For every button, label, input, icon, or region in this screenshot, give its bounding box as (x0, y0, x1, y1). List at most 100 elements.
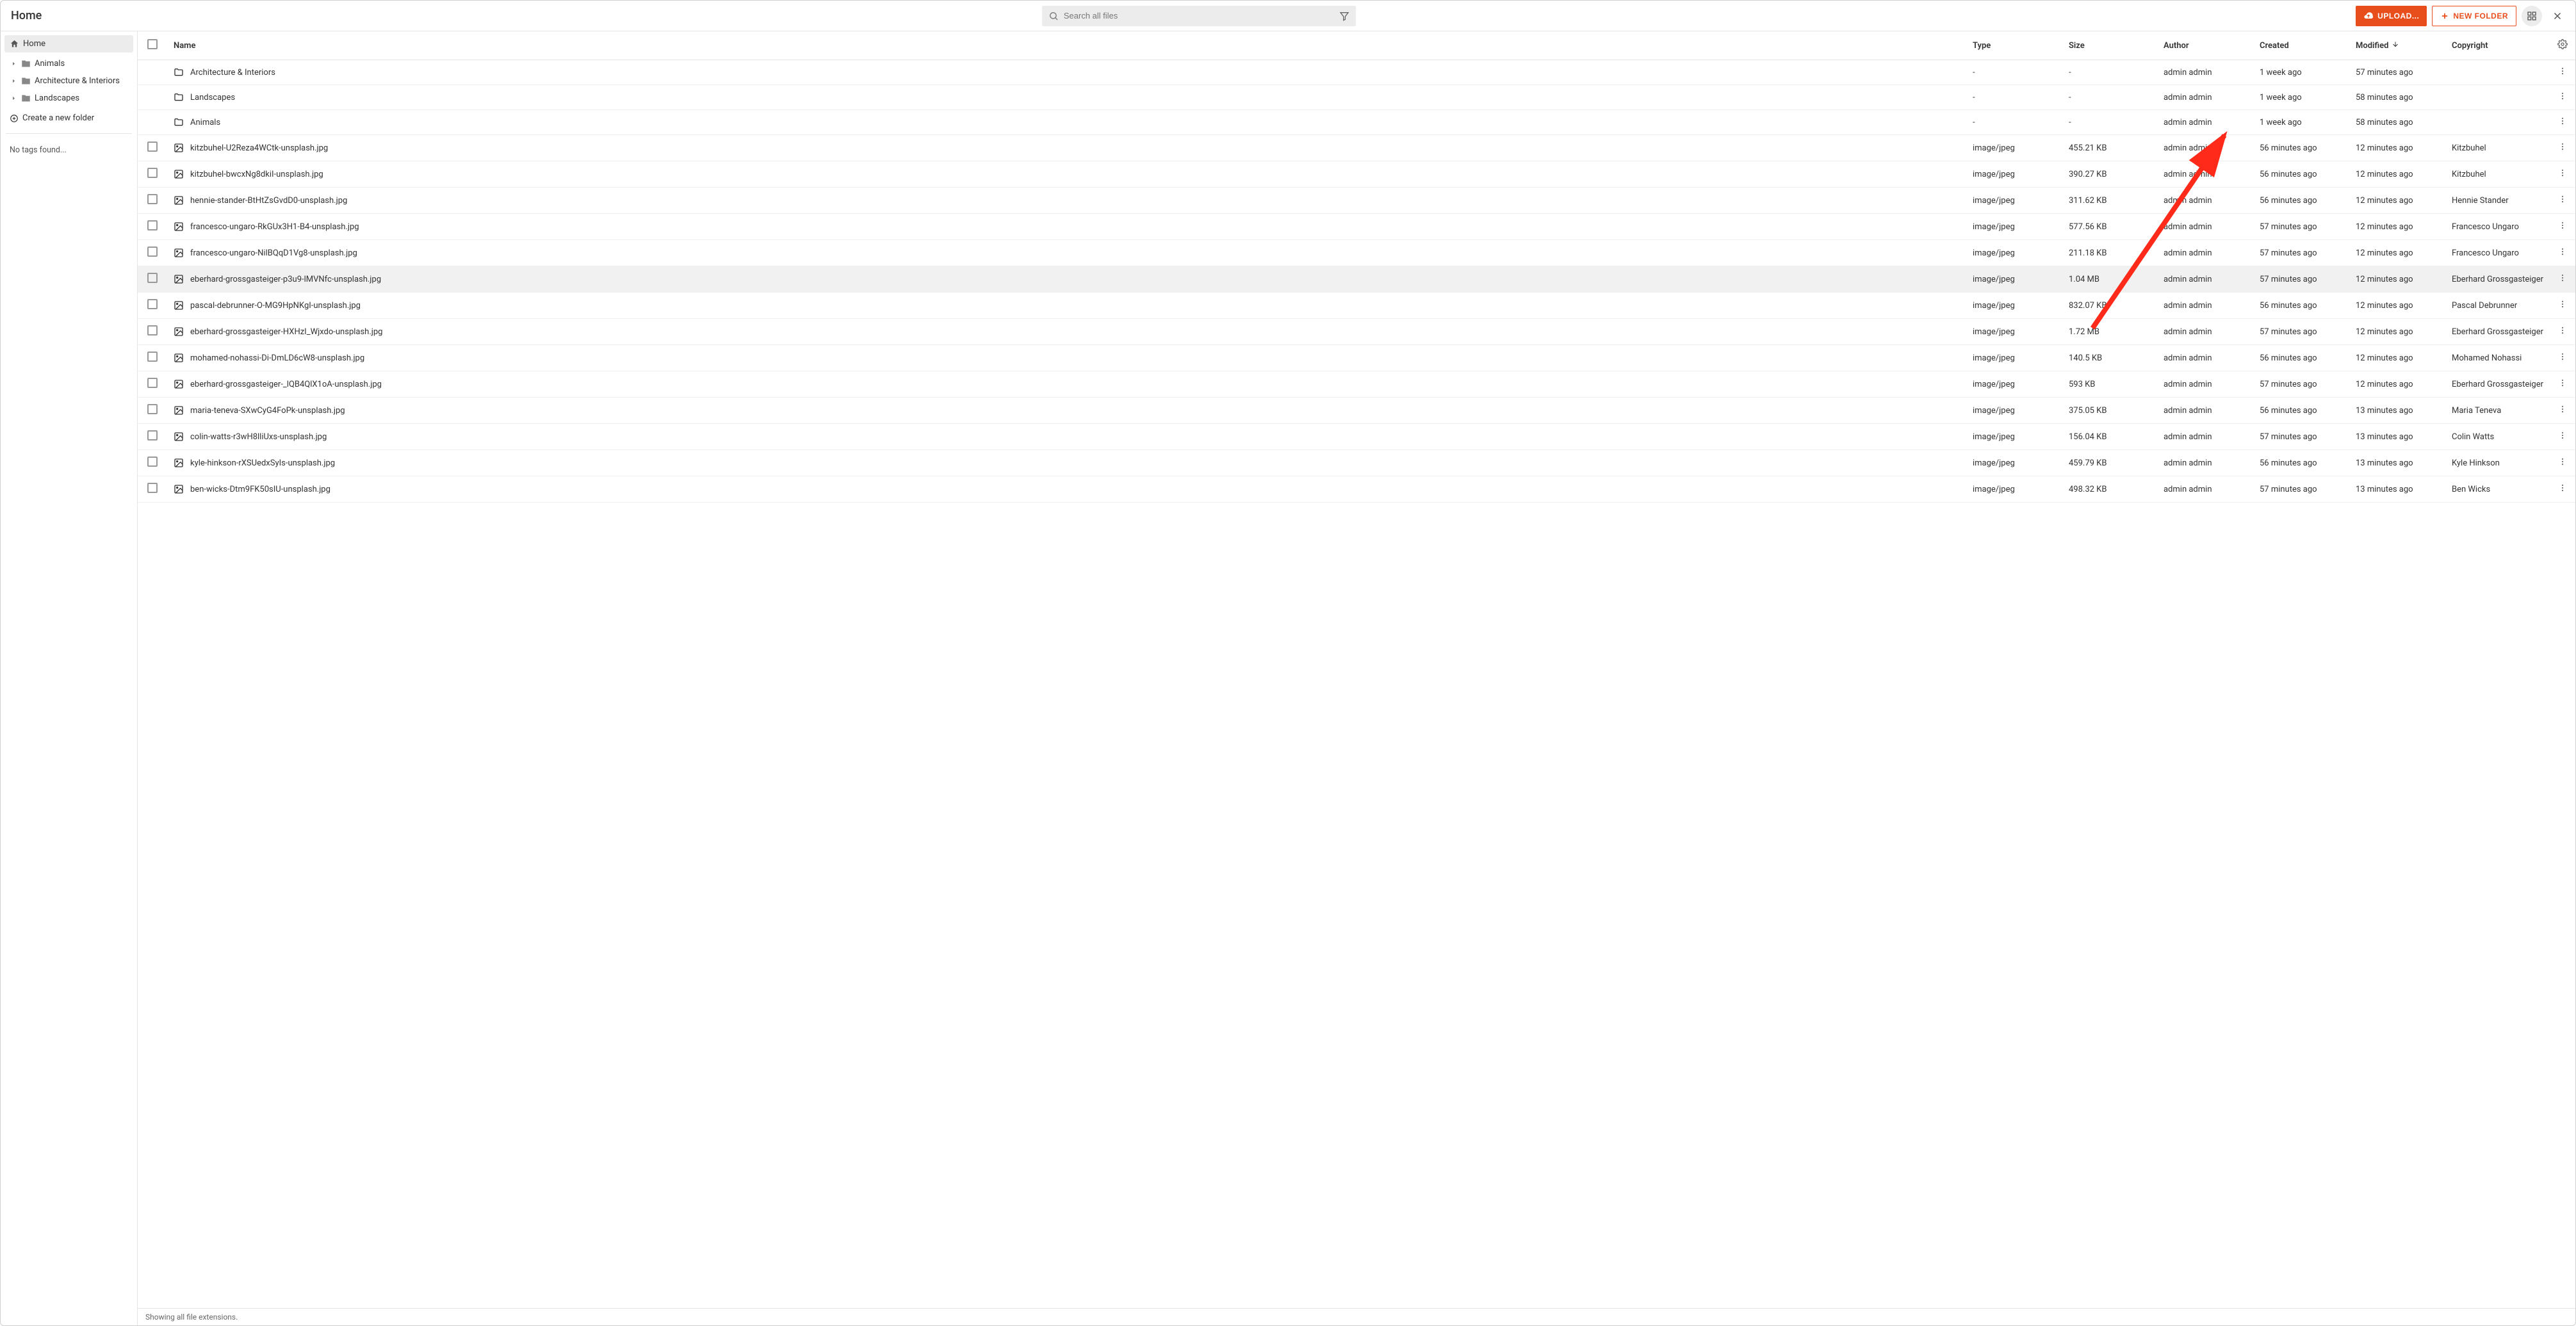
table-row[interactable]: kitzbuhel-bwcxNg8dkiI-unsplash.jpg image… (138, 161, 2575, 188)
sidebar-create-folder[interactable]: Create a new folder (4, 109, 133, 127)
chevron-right-icon[interactable] (10, 78, 17, 84)
cell-author: admin admin (2157, 293, 2253, 319)
cell-modified: 58 minutes ago (2349, 110, 2445, 135)
col-select-all[interactable] (138, 31, 167, 60)
more-actions-icon[interactable] (2558, 380, 2567, 390)
chevron-right-icon[interactable] (10, 95, 17, 101)
table-row[interactable]: eberhard-grossgasteiger-HXHzI_Wjxdo-unsp… (138, 319, 2575, 345)
more-actions-icon[interactable] (2558, 459, 2567, 469)
image-icon (174, 458, 184, 468)
checkbox-icon[interactable] (147, 325, 158, 336)
checkbox-icon[interactable] (147, 483, 158, 493)
col-size[interactable]: Size (2062, 31, 2157, 60)
cell-author: admin admin (2157, 398, 2253, 424)
table-row[interactable]: kitzbuhel-U2Reza4WCtk-unsplash.jpg image… (138, 135, 2575, 161)
more-actions-icon[interactable] (2558, 93, 2567, 103)
more-actions-icon[interactable] (2558, 69, 2567, 78)
table-row[interactable]: Animals - - admin admin 1 week ago 58 mi… (138, 110, 2575, 135)
cell-author: admin admin (2157, 214, 2253, 240)
sidebar-item-folder[interactable]: Landscapes (4, 90, 133, 107)
chevron-right-icon[interactable] (10, 61, 17, 67)
cell-modified: 12 minutes ago (2349, 161, 2445, 188)
grid-view-button[interactable] (2522, 6, 2542, 26)
name-cell: francesco-ungaro-RkGUx3H1-B4-unsplash.jp… (174, 222, 1960, 232)
table-row[interactable]: kyle-hinkson-rXSUedxSyIs-unsplash.jpg im… (138, 450, 2575, 476)
col-settings[interactable] (2550, 31, 2575, 60)
table-row[interactable]: mohamed-nohassi-Di-DmLD6cW8-unsplash.jpg… (138, 345, 2575, 371)
table-row[interactable]: ben-wicks-Dtm9FK50sIU-unsplash.jpg image… (138, 476, 2575, 503)
gear-icon[interactable] (2557, 42, 2568, 52)
more-actions-icon[interactable] (2558, 170, 2567, 180)
folder-icon (21, 93, 31, 103)
checkbox-icon[interactable] (147, 247, 158, 257)
filter-icon[interactable] (1339, 11, 1349, 21)
search-input[interactable] (1064, 11, 1334, 20)
checkbox-icon[interactable] (147, 39, 158, 49)
col-created[interactable]: Created (2253, 31, 2349, 60)
main: Name Type Size Author Created Modified (138, 31, 2575, 1325)
close-button[interactable] (2547, 6, 2568, 26)
checkbox-icon[interactable] (147, 378, 158, 388)
checkbox-icon[interactable] (147, 141, 158, 152)
col-copyright[interactable]: Copyright (2445, 31, 2550, 60)
checkbox-icon[interactable] (147, 352, 158, 362)
cell-created: 57 minutes ago (2253, 371, 2349, 398)
table-row[interactable]: eberhard-grossgasteiger-p3u9-lMVNfc-unsp… (138, 266, 2575, 293)
table-row[interactable]: colin-watts-r3wH8lliUxs-unsplash.jpg ima… (138, 424, 2575, 450)
table-row[interactable]: hennie-stander-BtHtZsGvdD0-unsplash.jpg … (138, 188, 2575, 214)
checkbox-icon[interactable] (147, 220, 158, 230)
cell-author: admin admin (2157, 135, 2253, 161)
cell-copyright: Hennie Stander (2445, 188, 2550, 214)
table-row[interactable]: maria-teneva-SXwCyG4FoPk-unsplash.jpg im… (138, 398, 2575, 424)
more-actions-icon[interactable] (2558, 197, 2567, 206)
table-row[interactable]: francesco-ungaro-RkGUx3H1-B4-unsplash.jp… (138, 214, 2575, 240)
sidebar-item-home[interactable]: Home (4, 35, 133, 53)
col-name[interactable]: Name (167, 31, 1966, 60)
more-actions-icon[interactable] (2558, 354, 2567, 364)
more-actions-icon[interactable] (2558, 223, 2567, 232)
table-row[interactable]: pascal-debrunner-O-MG9HpNKgI-unsplash.jp… (138, 293, 2575, 319)
table-row[interactable]: francesco-ungaro-NilBQqD1Vg8-unsplash.jp… (138, 240, 2575, 266)
cell-size: 211.18 KB (2062, 240, 2157, 266)
sidebar-item-folder[interactable]: Architecture & Interiors (4, 72, 133, 90)
more-actions-icon[interactable] (2558, 485, 2567, 495)
more-actions-icon[interactable] (2558, 328, 2567, 337)
cell-copyright (2445, 85, 2550, 110)
more-actions-icon[interactable] (2558, 275, 2567, 285)
more-actions-icon[interactable] (2558, 118, 2567, 128)
more-actions-icon[interactable] (2558, 433, 2567, 442)
checkbox-icon[interactable] (147, 299, 158, 309)
more-actions-icon[interactable] (2558, 302, 2567, 311)
col-author[interactable]: Author (2157, 31, 2253, 60)
search-field[interactable] (1042, 6, 1356, 26)
cell-type: - (1966, 85, 2062, 110)
file-name: eberhard-grossgasteiger-p3u9-lMVNfc-unsp… (190, 275, 381, 284)
checkbox-icon[interactable] (147, 457, 158, 467)
cell-author: admin admin (2157, 60, 2253, 85)
cell-modified: 58 minutes ago (2349, 85, 2445, 110)
cell-type: image/jpeg (1966, 319, 2062, 345)
checkbox-icon[interactable] (147, 168, 158, 178)
more-actions-icon[interactable] (2558, 144, 2567, 154)
cell-modified: 12 minutes ago (2349, 293, 2445, 319)
table-row[interactable]: eberhard-grossgasteiger-_lQB4QlX1oA-unsp… (138, 371, 2575, 398)
checkbox-icon[interactable] (147, 194, 158, 204)
checkbox-icon[interactable] (147, 273, 158, 283)
new-folder-button[interactable]: NEW FOLDER (2432, 6, 2516, 26)
upload-button[interactable]: UPLOAD... (2356, 6, 2427, 26)
cell-modified: 12 minutes ago (2349, 266, 2445, 293)
file-name: francesco-ungaro-NilBQqD1Vg8-unsplash.jp… (190, 248, 357, 258)
more-actions-icon[interactable] (2558, 407, 2567, 416)
more-actions-icon[interactable] (2558, 249, 2567, 259)
file-table-wrap[interactable]: Name Type Size Author Created Modified (138, 31, 2575, 1308)
col-modified[interactable]: Modified (2349, 31, 2445, 60)
table-row[interactable]: Landscapes - - admin admin 1 week ago 58… (138, 85, 2575, 110)
cell-created: 56 minutes ago (2253, 188, 2349, 214)
cell-size: 140.5 KB (2062, 345, 2157, 371)
col-type[interactable]: Type (1966, 31, 2062, 60)
table-row[interactable]: Architecture & Interiors - - admin admin… (138, 60, 2575, 85)
sidebar-item-label: Home (23, 39, 45, 49)
checkbox-icon[interactable] (147, 430, 158, 441)
sidebar-item-folder[interactable]: Animals (4, 55, 133, 72)
checkbox-icon[interactable] (147, 404, 158, 414)
